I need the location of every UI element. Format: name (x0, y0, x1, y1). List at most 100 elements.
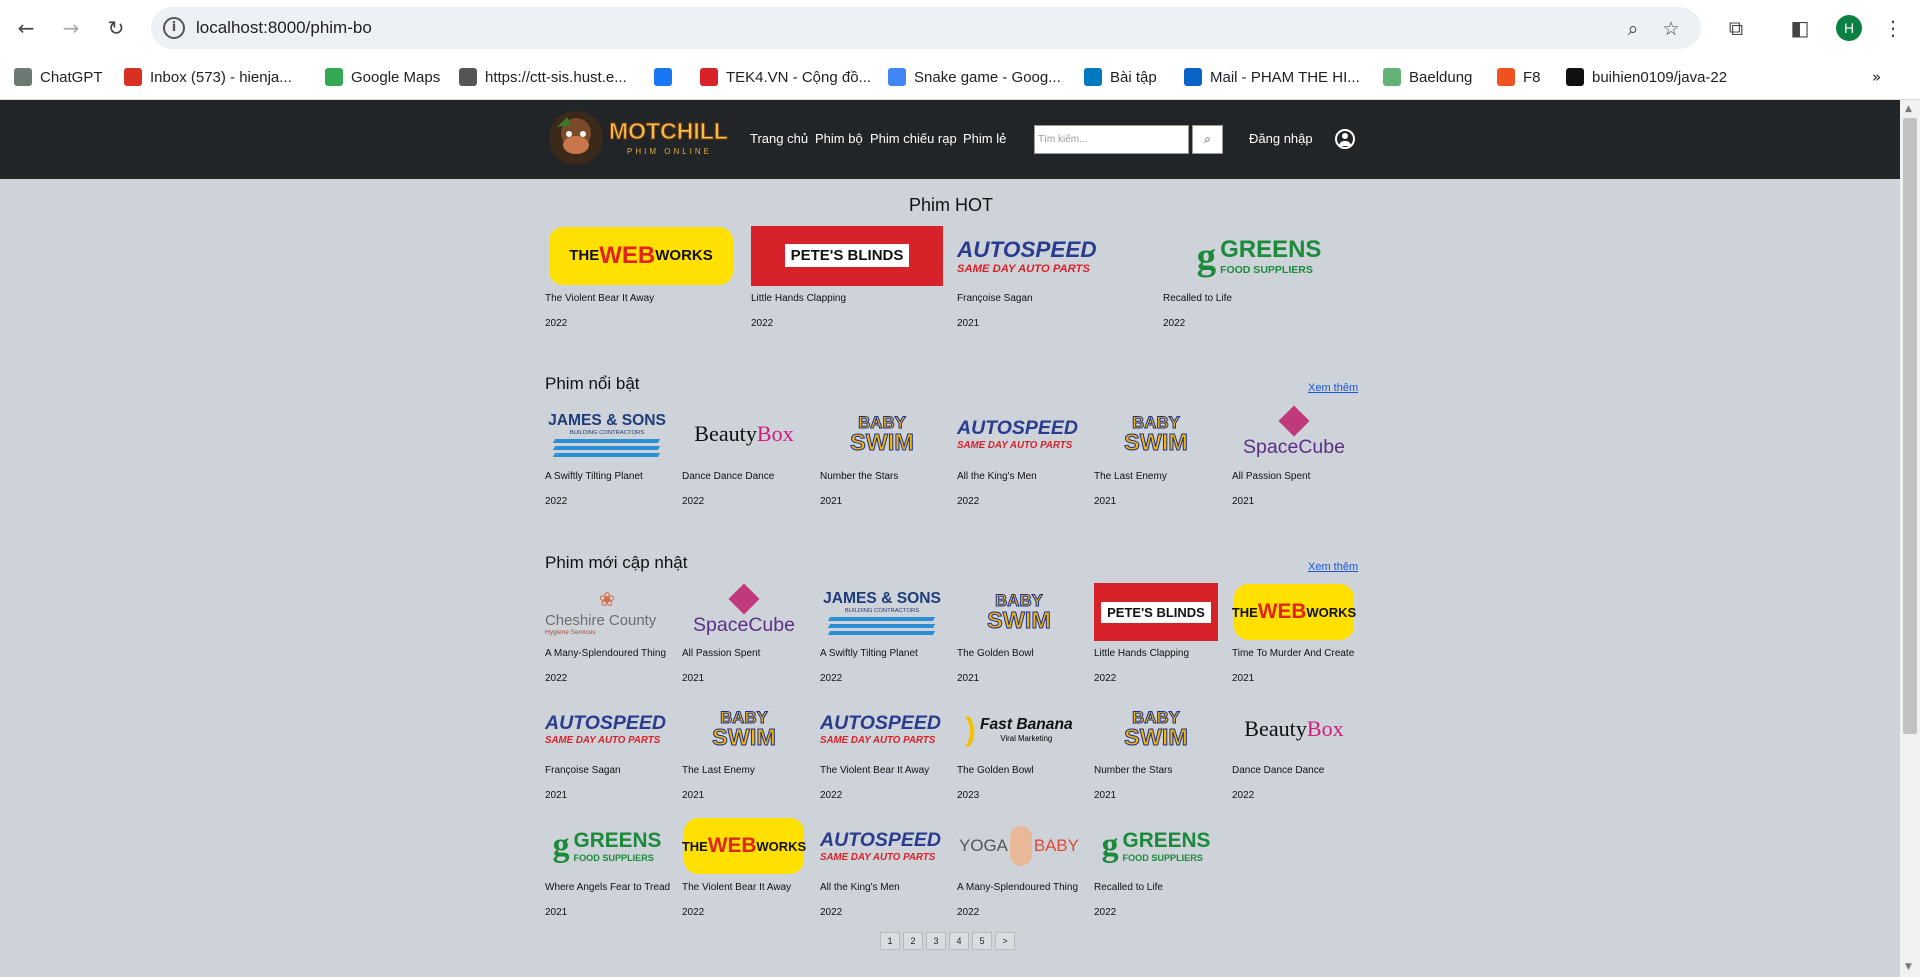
movie-poster[interactable]: ) Fast Banana Viral Marketing (957, 697, 1081, 761)
movie-card[interactable]: AUTOSPEED SAME DAY AUTO PARTS Françoise S… (957, 223, 1149, 329)
login-link[interactable]: Đăng nhập (1249, 131, 1313, 146)
movie-card[interactable]: JAMES & SONS BUILDING CONTRACTORS A Swift… (545, 401, 669, 508)
pagination-next[interactable]: > (995, 932, 1015, 950)
movie-title[interactable]: Number the Stars (820, 471, 944, 482)
scrollbar-thumb[interactable] (1903, 118, 1917, 734)
movie-poster[interactable]: SpaceCube (1232, 401, 1356, 467)
movie-poster[interactable]: JAMES & SONS BUILDING CONTRACTORS (545, 401, 669, 467)
movie-title[interactable]: Number the Stars (1094, 765, 1218, 776)
movie-title[interactable]: The Violent Bear It Away (820, 765, 944, 776)
movie-card[interactable]: AUTOSPEED SAME DAY AUTO PARTS All the Kin… (957, 401, 1081, 507)
search-icon[interactable]: ⌕ (1192, 125, 1223, 154)
movie-title[interactable]: Little Hands Clapping (751, 293, 943, 304)
reload-icon[interactable]: ↻ (100, 12, 132, 44)
movie-poster[interactable]: AUTOSPEED SAME DAY AUTO PARTS (957, 223, 1149, 289)
pagination-page[interactable]: 4 (949, 932, 969, 950)
movie-poster[interactable]: AUTOSPEED SAME DAY AUTO PARTS (820, 697, 944, 761)
extensions-icon[interactable]: ⧉ (1722, 14, 1750, 42)
movie-card[interactable]: ) Fast Banana Viral Marketing The Golden B… (957, 697, 1081, 802)
scroll-down-icon[interactable]: ▼ (1905, 962, 1912, 972)
nav-trang-chu[interactable]: Trang chủ (750, 131, 808, 146)
bookmark-item[interactable]: ChatGPT (14, 64, 103, 90)
movie-poster[interactable]: PETE'S BLINDS (1094, 580, 1218, 644)
movie-title[interactable]: A Many-Splendoured Thing (545, 648, 669, 659)
movie-poster[interactable]: BABY SWIM (682, 697, 806, 761)
pagination-page[interactable]: 2 (903, 932, 923, 950)
movie-title[interactable]: The Last Enemy (1094, 471, 1218, 482)
bookmark-item[interactable]: TEK4.VN - Cộng đồ... (700, 64, 871, 90)
site-info-icon[interactable]: i (163, 17, 185, 39)
movie-poster[interactable]: Beauty Box (1232, 697, 1356, 761)
movie-card[interactable]: JAMES & SONS BUILDING CONTRACTORS A Swift… (820, 580, 944, 685)
movie-title[interactable]: The Violent Bear It Away (545, 293, 737, 304)
movie-card[interactable]: SpaceCube All Passion Spent 2021 (1232, 401, 1356, 507)
movie-poster[interactable]: BABY SWIM (957, 580, 1081, 644)
movie-title[interactable]: A Swiftly Tilting Planet (820, 648, 944, 659)
movie-poster[interactable]: ❀ Cheshire County Hygiene Services (545, 580, 669, 644)
movie-card[interactable]: THE WEB WORKS Time To Murder And Create 20… (1232, 580, 1356, 684)
scroll-up-icon[interactable]: ▲ (1905, 104, 1912, 114)
movie-card[interactable]: ❀ Cheshire County Hygiene Services A Many-… (545, 580, 669, 684)
movie-title[interactable]: A Many-Splendoured Thing (957, 882, 1081, 893)
movie-poster[interactable]: AUTOSPEED SAME DAY AUTO PARTS (957, 401, 1081, 467)
search-input[interactable]: Tìm kiếm... (1034, 125, 1189, 154)
profile-avatar[interactable]: H (1836, 15, 1862, 41)
url-text[interactable]: localhost:8000/phim-bo (196, 18, 372, 38)
movie-title[interactable]: Where Angels Fear to Tread (545, 882, 670, 893)
movie-title[interactable]: A Swiftly Tilting Planet (545, 471, 669, 482)
movie-card[interactable]: PETE'S BLINDS Little Hands Clapping 2022 (1094, 580, 1218, 684)
movie-card[interactable]: g GREENS FOOD SUPPLIERS Recalled to Life 2… (1094, 814, 1218, 918)
bookmark-item[interactable]: F8 (1497, 64, 1541, 90)
movie-card[interactable]: YOGA BABY A Many-Splendoured Thing 2022 (957, 814, 1081, 918)
zoom-icon[interactable]: ⌕ (1621, 17, 1645, 41)
movie-card[interactable]: Beauty Box Dance Dance Dance 2022 (1232, 697, 1356, 801)
bookmark-item[interactable]: Baeldung (1383, 64, 1472, 90)
bookmark-item[interactable]: https://ctt-sis.hust.e... (459, 64, 627, 90)
movie-title[interactable]: All Passion Spent (682, 648, 806, 659)
movie-card[interactable]: AUTOSPEED SAME DAY AUTO PARTS Françoise S… (545, 697, 669, 801)
movie-title[interactable]: The Last Enemy (682, 765, 806, 776)
movie-poster[interactable]: JAMES & SONS BUILDING CONTRACTORS (820, 580, 944, 644)
featured-more-link[interactable]: Xem thêm (1308, 382, 1358, 394)
movie-card[interactable]: BABY SWIM The Last Enemy 2021 (1094, 401, 1218, 507)
movie-card[interactable]: PETE'S BLINDS Little Hands Clapping 2022 (751, 223, 943, 329)
menu-kebab-icon[interactable]: ⋮ (1879, 14, 1907, 42)
movie-title[interactable]: The Golden Bowl (957, 648, 1081, 659)
movie-poster[interactable]: THE WEB WORKS (545, 223, 737, 289)
nav-phim-bo[interactable]: Phim bộ (815, 131, 863, 146)
movie-card[interactable]: SpaceCube All Passion Spent 2021 (682, 580, 806, 684)
movie-poster[interactable]: BABY SWIM (1094, 401, 1218, 467)
movie-title[interactable]: All the King's Men (820, 882, 944, 893)
movie-poster[interactable]: AUTOSPEED SAME DAY AUTO PARTS (820, 814, 944, 878)
movie-card[interactable]: THE WEB WORKS The Violent Bear It Away 202… (545, 223, 737, 329)
movie-poster[interactable]: YOGA BABY (957, 814, 1081, 878)
movie-title[interactable]: The Violent Bear It Away (682, 882, 806, 893)
movie-poster[interactable]: THE WEB WORKS (1232, 580, 1356, 644)
movie-poster[interactable]: Beauty Box (682, 401, 806, 467)
bookmark-item[interactable]: buihien0109/java-22 (1566, 64, 1727, 90)
movie-title[interactable]: Recalled to Life (1163, 293, 1355, 304)
bookmark-item[interactable]: Google Maps (325, 64, 440, 90)
bookmark-item[interactable] (654, 64, 672, 90)
bookmark-item[interactable]: Snake game - Goog... (888, 64, 1061, 90)
movie-title[interactable]: All Passion Spent (1232, 471, 1356, 482)
movie-poster[interactable]: g GREENS FOOD SUPPLIERS (1163, 223, 1355, 289)
side-panel-icon[interactable]: ◧ (1786, 14, 1814, 42)
movie-title[interactable]: Recalled to Life (1094, 882, 1218, 893)
movie-poster[interactable]: THE WEB WORKS (682, 814, 806, 878)
movie-card[interactable]: g GREENS FOOD SUPPLIERS Where Angels Fear … (545, 814, 670, 918)
movie-title[interactable]: The Golden Bowl (957, 765, 1081, 776)
movie-title[interactable]: Françoise Sagan (957, 293, 1149, 304)
movie-title[interactable]: Françoise Sagan (545, 765, 669, 776)
bookmark-item[interactable]: Inbox (573) - hienja... (124, 64, 292, 90)
movie-card[interactable]: BABY SWIM Number the Stars 2021 (1094, 697, 1218, 801)
movie-poster[interactable]: SpaceCube (682, 580, 806, 644)
bookmark-item[interactable]: Bài tập (1084, 64, 1157, 90)
movie-poster[interactable]: BABY SWIM (1094, 697, 1218, 761)
user-icon[interactable] (1335, 129, 1355, 149)
back-icon[interactable]: ← (10, 12, 42, 44)
nav-phim-le[interactable]: Phim lẻ (963, 131, 1006, 146)
forward-icon[interactable]: → (55, 12, 87, 44)
movie-card[interactable]: BABY SWIM The Last Enemy 2021 (682, 697, 806, 801)
pagination-page[interactable]: 1 (880, 932, 900, 950)
